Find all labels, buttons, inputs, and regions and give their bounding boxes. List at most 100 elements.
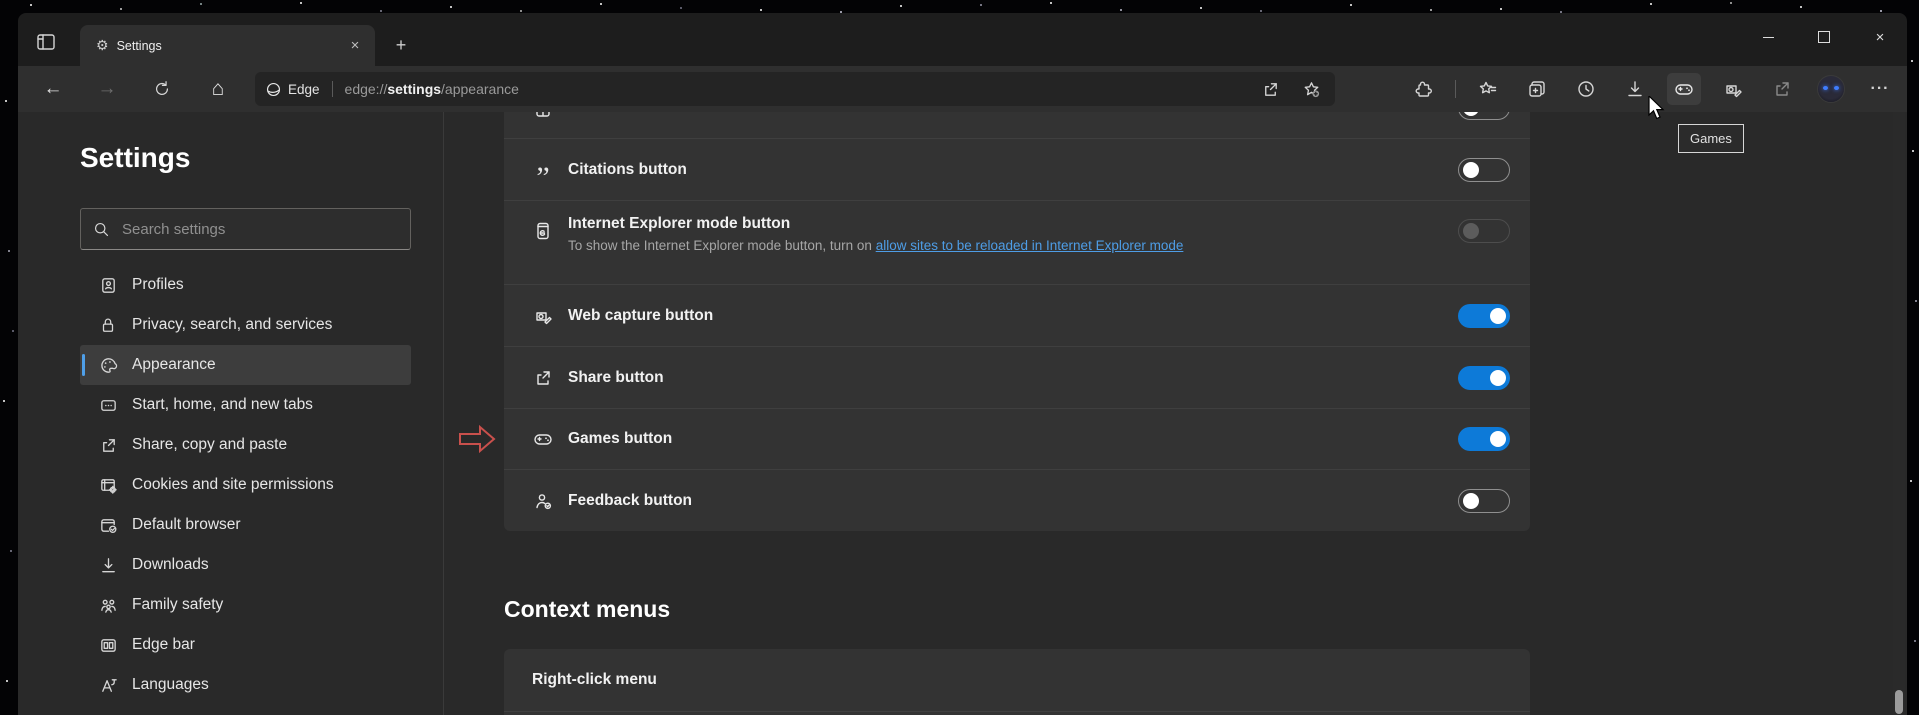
setting-label: Games button [568, 430, 1458, 448]
url-text[interactable]: edge://settings/appearance [345, 81, 1261, 97]
sidebar-item-default-browser[interactable]: Default browser [80, 505, 411, 545]
sidebar-item-label: Family safety [132, 596, 223, 614]
web-capture-icon [533, 306, 553, 326]
math-solver-toggle[interactable] [1458, 112, 1510, 120]
downloads-icon [1625, 79, 1645, 99]
context-menus-card: Right-click menu [504, 649, 1530, 715]
settings-page: Settings Search settings Profiles Privac… [18, 112, 1907, 715]
history-button[interactable] [1569, 73, 1603, 105]
forward-button[interactable]: → [92, 74, 122, 104]
sidebar-item-label: Default browser [132, 516, 241, 534]
search-placeholder: Search settings [122, 221, 225, 238]
share-icon[interactable] [1261, 80, 1280, 99]
home-button[interactable]: ⌂ [203, 74, 233, 104]
sidebar-item-label: Privacy, search, and services [132, 316, 332, 334]
sidebar-item-share-copy-paste[interactable]: Share, copy and paste [80, 425, 411, 465]
scrollbar-thumb[interactable] [1895, 690, 1903, 714]
setting-row-math-solver: Math Solver button [504, 112, 1530, 138]
favorites-button[interactable] [1471, 73, 1505, 105]
site-chip-label: Edge [288, 82, 320, 97]
search-input[interactable]: Search settings [80, 208, 411, 250]
family-icon [99, 596, 118, 615]
profiles-icon [99, 276, 118, 295]
minimize-icon [1763, 37, 1774, 38]
setting-row-right-click-menu[interactable]: Right-click menu [504, 649, 1530, 712]
sidebar-item-appearance[interactable]: Appearance [80, 345, 411, 385]
share-icon [99, 436, 118, 455]
share-toggle[interactable] [1458, 366, 1510, 390]
setting-row-web-capture: Web capture button [504, 284, 1530, 346]
tab-settings[interactable]: ⚙ Settings × [80, 25, 375, 66]
default-browser-icon [99, 516, 118, 535]
setting-description: To show the Internet Explorer mode butto… [568, 238, 1458, 253]
mouse-cursor [1648, 96, 1670, 127]
feedback-toggle[interactable] [1458, 489, 1510, 513]
address-bar[interactable]: Edge edge://settings/appearance [255, 72, 1335, 106]
maximize-button[interactable] [1809, 24, 1839, 50]
sidebar-item-family-safety[interactable]: Family safety [80, 585, 411, 625]
web-capture-toggle[interactable] [1458, 304, 1510, 328]
downloads-button[interactable] [1618, 73, 1652, 105]
new-tab-button[interactable]: + [388, 33, 414, 59]
minimize-button[interactable] [1753, 24, 1783, 50]
games-icon [532, 428, 554, 450]
gear-icon: ⚙ [96, 37, 109, 54]
page-scrollbar[interactable] [1893, 112, 1905, 715]
edge-bar-icon [99, 636, 118, 655]
red-annotation-arrow [458, 423, 498, 460]
languages-icon [99, 676, 118, 695]
palette-icon [99, 356, 118, 375]
site-permissions-icon [99, 476, 118, 495]
window-controls: × [1753, 24, 1895, 50]
desktop: ⚙ Settings × + × ← → ⌂ Edge edge://setti… [0, 0, 1919, 715]
toolbar-divider [1455, 80, 1456, 98]
download-icon [99, 556, 118, 575]
share-toolbar-icon [1772, 79, 1792, 99]
games-toggle[interactable] [1458, 427, 1510, 451]
setting-row-games: Games button [504, 408, 1530, 469]
setting-label: Citations button [568, 161, 1458, 179]
sidebar-item-label: Appearance [132, 356, 216, 374]
ie-mode-icon [533, 221, 553, 241]
start-page-icon [99, 396, 118, 415]
setting-label: Math Solver button [568, 112, 1458, 117]
web-capture-button-toolbar[interactable] [1716, 73, 1750, 105]
collections-button[interactable] [1520, 73, 1554, 105]
sidebar-item-profiles[interactable]: Profiles [80, 265, 411, 305]
back-button[interactable]: ← [38, 74, 68, 104]
sidebar-item-start-home[interactable]: Start, home, and new tabs [80, 385, 411, 425]
sidebar-item-edge-bar[interactable]: Edge bar [80, 625, 411, 665]
citations-icon: ” [536, 173, 549, 183]
sidebar-item-label: Start, home, and new tabs [132, 396, 313, 414]
extensions-button[interactable] [1406, 73, 1440, 105]
page-title: Settings [80, 142, 190, 174]
sidebar-item-cookies-permissions[interactable]: Cookies and site permissions [80, 465, 411, 505]
sidebar-item-downloads[interactable]: Downloads [80, 545, 411, 585]
tab-close-icon[interactable]: × [345, 36, 365, 56]
tab-actions-button[interactable] [32, 28, 60, 56]
share-icon [533, 368, 553, 388]
games-button-toolbar[interactable] [1667, 73, 1701, 105]
edge-logo-icon [265, 81, 282, 98]
favorite-add-icon[interactable] [1302, 80, 1321, 99]
settings-more-button[interactable]: ··· [1863, 73, 1897, 105]
section-heading: Context menus [504, 596, 670, 623]
share-button-toolbar[interactable] [1765, 73, 1799, 105]
citations-toggle[interactable] [1458, 158, 1510, 182]
sidebar-item-label: Edge bar [132, 636, 195, 654]
toolbar-buttons-card: Math Solver button ” Citations button In… [504, 112, 1530, 531]
workspaces-icon [32, 28, 60, 56]
collections-icon [1527, 79, 1547, 99]
sidebar-item-privacy[interactable]: Privacy, search, and services [80, 305, 411, 345]
starfield-wallpaper [0, 0, 2, 2]
web-capture-icon [1723, 79, 1743, 99]
tab-title: Settings [117, 39, 345, 53]
sidebar-item-label: Downloads [132, 556, 209, 574]
refresh-button[interactable] [147, 74, 177, 104]
favorites-bar-icon [1478, 79, 1498, 99]
profile-button[interactable] [1814, 73, 1848, 105]
sidebar-item-languages[interactable]: Languages [80, 665, 411, 705]
games-tooltip: Games [1678, 124, 1744, 153]
ie-mode-link[interactable]: allow sites to be reloaded in Internet E… [876, 238, 1184, 253]
close-window-button[interactable]: × [1865, 24, 1895, 50]
